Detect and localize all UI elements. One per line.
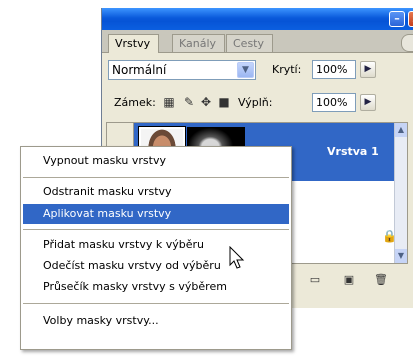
opacity-arrow-icon[interactable]: ▶	[360, 61, 376, 78]
panel-titlebar: – x	[102, 8, 413, 30]
blend-row: Normální ▼ Krytí: 100% ▶	[102, 60, 413, 82]
tab-channels[interactable]: Kanály	[172, 34, 226, 52]
new-layer-icon[interactable]: ▣	[342, 274, 356, 286]
tab-paths[interactable]: Cesty	[226, 34, 274, 52]
menu-item-delete-mask[interactable]: Odstranit masku vrstvy	[23, 182, 289, 202]
menu-item-disable-mask[interactable]: Vypnout masku vrstvy	[23, 151, 289, 171]
menu-separator	[23, 229, 289, 230]
fill-label: Výplň:	[238, 96, 273, 109]
layer-name[interactable]: Vrstva 1	[327, 145, 379, 158]
blend-mode-value: Normální	[112, 63, 167, 77]
folder-icon[interactable]: ▭	[308, 274, 322, 286]
tab-scroll-icon[interactable]	[401, 34, 413, 52]
menu-separator	[23, 303, 289, 304]
menu-separator	[23, 177, 289, 178]
move-icon[interactable]: ✥	[199, 95, 213, 109]
lock-label: Zámek:	[114, 96, 156, 109]
blend-mode-select[interactable]: Normální ▼	[108, 60, 256, 80]
minimize-button[interactable]: –	[389, 11, 405, 27]
lock-icon[interactable]: ■	[217, 95, 231, 109]
opacity-label: Krytí:	[272, 63, 302, 76]
menu-item-subtract-mask-from-selection[interactable]: Odečíst masku vrstvy od výběru	[23, 256, 289, 276]
brush-icon[interactable]: ✎	[182, 95, 196, 109]
menu-item-mask-options[interactable]: Volby masky vrstvy...	[23, 311, 289, 331]
menu-item-intersect-mask-with-selection[interactable]: Průsečík masky vrstvy s výběrem	[23, 277, 289, 297]
fill-arrow-icon[interactable]: ▶	[360, 94, 376, 111]
arrow-cursor-icon	[229, 246, 245, 269]
scroll-up-icon[interactable]: ▲	[395, 123, 407, 137]
chevron-down-icon[interactable]: ▼	[237, 62, 254, 78]
layer-mask-context-menu: Vypnout masku vrstvy Odstranit masku vrs…	[20, 146, 292, 350]
lock-row: Zámek: ▦ ✎ ✥ ■ Výplň: 100% ▶	[102, 92, 413, 114]
fill-field[interactable]: 100%	[312, 93, 356, 112]
opacity-field[interactable]: 100%	[312, 60, 356, 79]
tab-layers[interactable]: Vrstvy	[108, 34, 160, 53]
checker-icon[interactable]: ▦	[162, 95, 176, 109]
trash-icon[interactable]: 🗑	[374, 274, 388, 286]
close-button[interactable]: x	[408, 11, 413, 27]
menu-item-apply-mask[interactable]: Aplikovat masku vrstvy	[23, 204, 289, 224]
layers-scrollbar[interactable]: ▲ ▼	[394, 123, 407, 263]
scroll-down-icon[interactable]: ▼	[395, 249, 407, 263]
menu-item-add-mask-to-selection[interactable]: Přidat masku vrstvy k výběru	[23, 235, 289, 255]
panel-tabs: Vrstvy Kanály Cesty	[102, 30, 413, 53]
